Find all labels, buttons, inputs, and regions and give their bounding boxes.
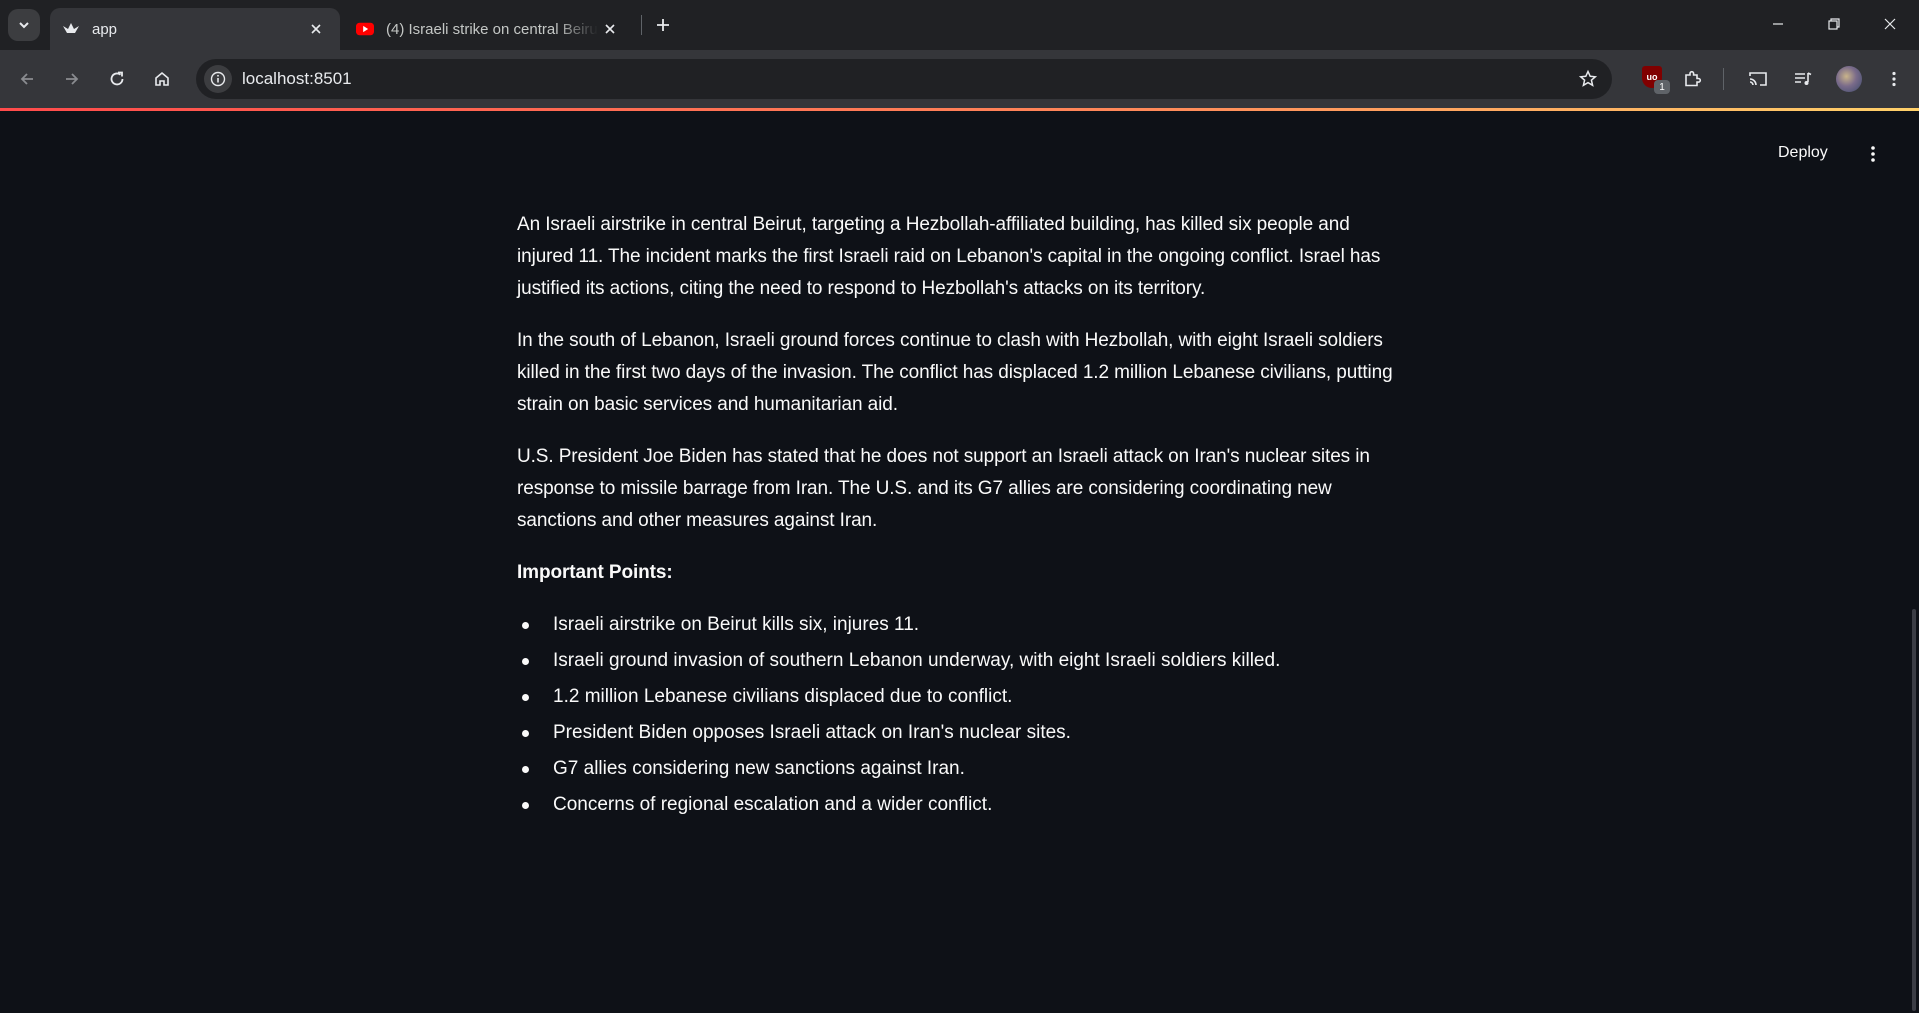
list-item: Israeli ground invasion of southern Leba…: [517, 645, 1407, 681]
minimize-button[interactable]: [1758, 8, 1798, 40]
close-icon: [1884, 18, 1896, 30]
chrome-menu-button[interactable]: [1878, 63, 1910, 95]
browser-toolbar: localhost:8501 uo 1: [0, 50, 1919, 108]
close-window-button[interactable]: [1870, 8, 1910, 40]
list-item: Concerns of regional escalation and a wi…: [517, 789, 1407, 825]
important-points-heading: Important Points:: [517, 562, 673, 583]
url-text[interactable]: localhost:8501: [242, 69, 352, 89]
back-button[interactable]: [11, 63, 43, 95]
plus-icon: [657, 19, 669, 31]
chevron-down-icon: [19, 22, 29, 29]
tab-title: (4) Israeli strike on central Beirut: [386, 20, 598, 38]
vertical-dots-icon: [1892, 71, 1896, 87]
cast-button[interactable]: [1742, 63, 1774, 95]
bookmark-star-button[interactable]: [1576, 67, 1600, 91]
restore-button[interactable]: [1814, 8, 1854, 40]
youtube-icon: [356, 20, 374, 38]
tab-youtube[interactable]: (4) Israeli strike on central Beirut: [344, 8, 634, 50]
toolbar-separator: [1723, 68, 1724, 90]
restore-icon: [1828, 18, 1840, 30]
close-tab-icon[interactable]: [304, 17, 328, 41]
scrollbar-thumb[interactable]: [1912, 609, 1916, 1011]
extensions-button[interactable]: [1676, 63, 1708, 95]
ublock-extension-button[interactable]: uo 1: [1640, 64, 1670, 94]
list-item: Israeli airstrike on Beirut kills six, i…: [517, 609, 1407, 645]
tab-divider: [641, 15, 642, 35]
reload-button[interactable]: [101, 63, 133, 95]
home-icon: [155, 71, 169, 86]
arrow-right-icon: [66, 73, 79, 85]
summary-paragraph: An Israeli airstrike in central Beirut, …: [517, 214, 1381, 299]
new-tab-button[interactable]: [650, 12, 676, 38]
puzzle-icon: [1685, 70, 1702, 87]
summary-paragraph: U.S. President Joe Biden has stated that…: [517, 446, 1370, 531]
tab-search-button[interactable]: [8, 9, 40, 41]
arrow-left-icon: [20, 73, 33, 85]
extension-badge-count: 1: [1654, 80, 1670, 94]
tab-title: app: [92, 20, 118, 38]
summary-content: An Israeli airstrike in central Beirut, …: [517, 209, 1407, 825]
app-main-menu-button[interactable]: [1858, 139, 1888, 169]
tab-app[interactable]: app: [50, 8, 340, 50]
star-icon: [1578, 69, 1598, 87]
list-item: G7 allies considering new sanctions agai…: [517, 753, 1407, 789]
media-controls-button[interactable]: [1787, 63, 1819, 95]
list-item: 1.2 million Lebanese civilians displaced…: [517, 681, 1407, 717]
important-points-list: Israeli airstrike on Beirut kills six, i…: [517, 609, 1407, 825]
profile-avatar[interactable]: [1836, 66, 1862, 92]
address-bar[interactable]: localhost:8501: [196, 59, 1612, 99]
home-button[interactable]: [146, 63, 178, 95]
list-item: President Biden opposes Israeli attack o…: [517, 717, 1407, 753]
cast-icon: [1749, 72, 1767, 86]
forward-button[interactable]: [56, 63, 88, 95]
tab-strip: app (4) Israeli strike on central Beirut: [0, 0, 1919, 50]
site-info-button[interactable]: [204, 65, 232, 93]
summary-paragraph: In the south of Lebanon, Israeli ground …: [517, 330, 1393, 415]
minimize-icon: [1773, 23, 1783, 25]
vertical-dots-icon: [1871, 146, 1875, 162]
app-view: Deploy An Israeli airstrike in central B…: [0, 111, 1919, 1013]
reload-icon: [110, 71, 124, 86]
info-icon: [210, 71, 226, 87]
media-queue-icon: [1795, 72, 1812, 85]
streamlit-crown-icon: [62, 20, 80, 38]
close-tab-icon[interactable]: [598, 17, 622, 41]
deploy-button[interactable]: Deploy: [1770, 138, 1836, 168]
